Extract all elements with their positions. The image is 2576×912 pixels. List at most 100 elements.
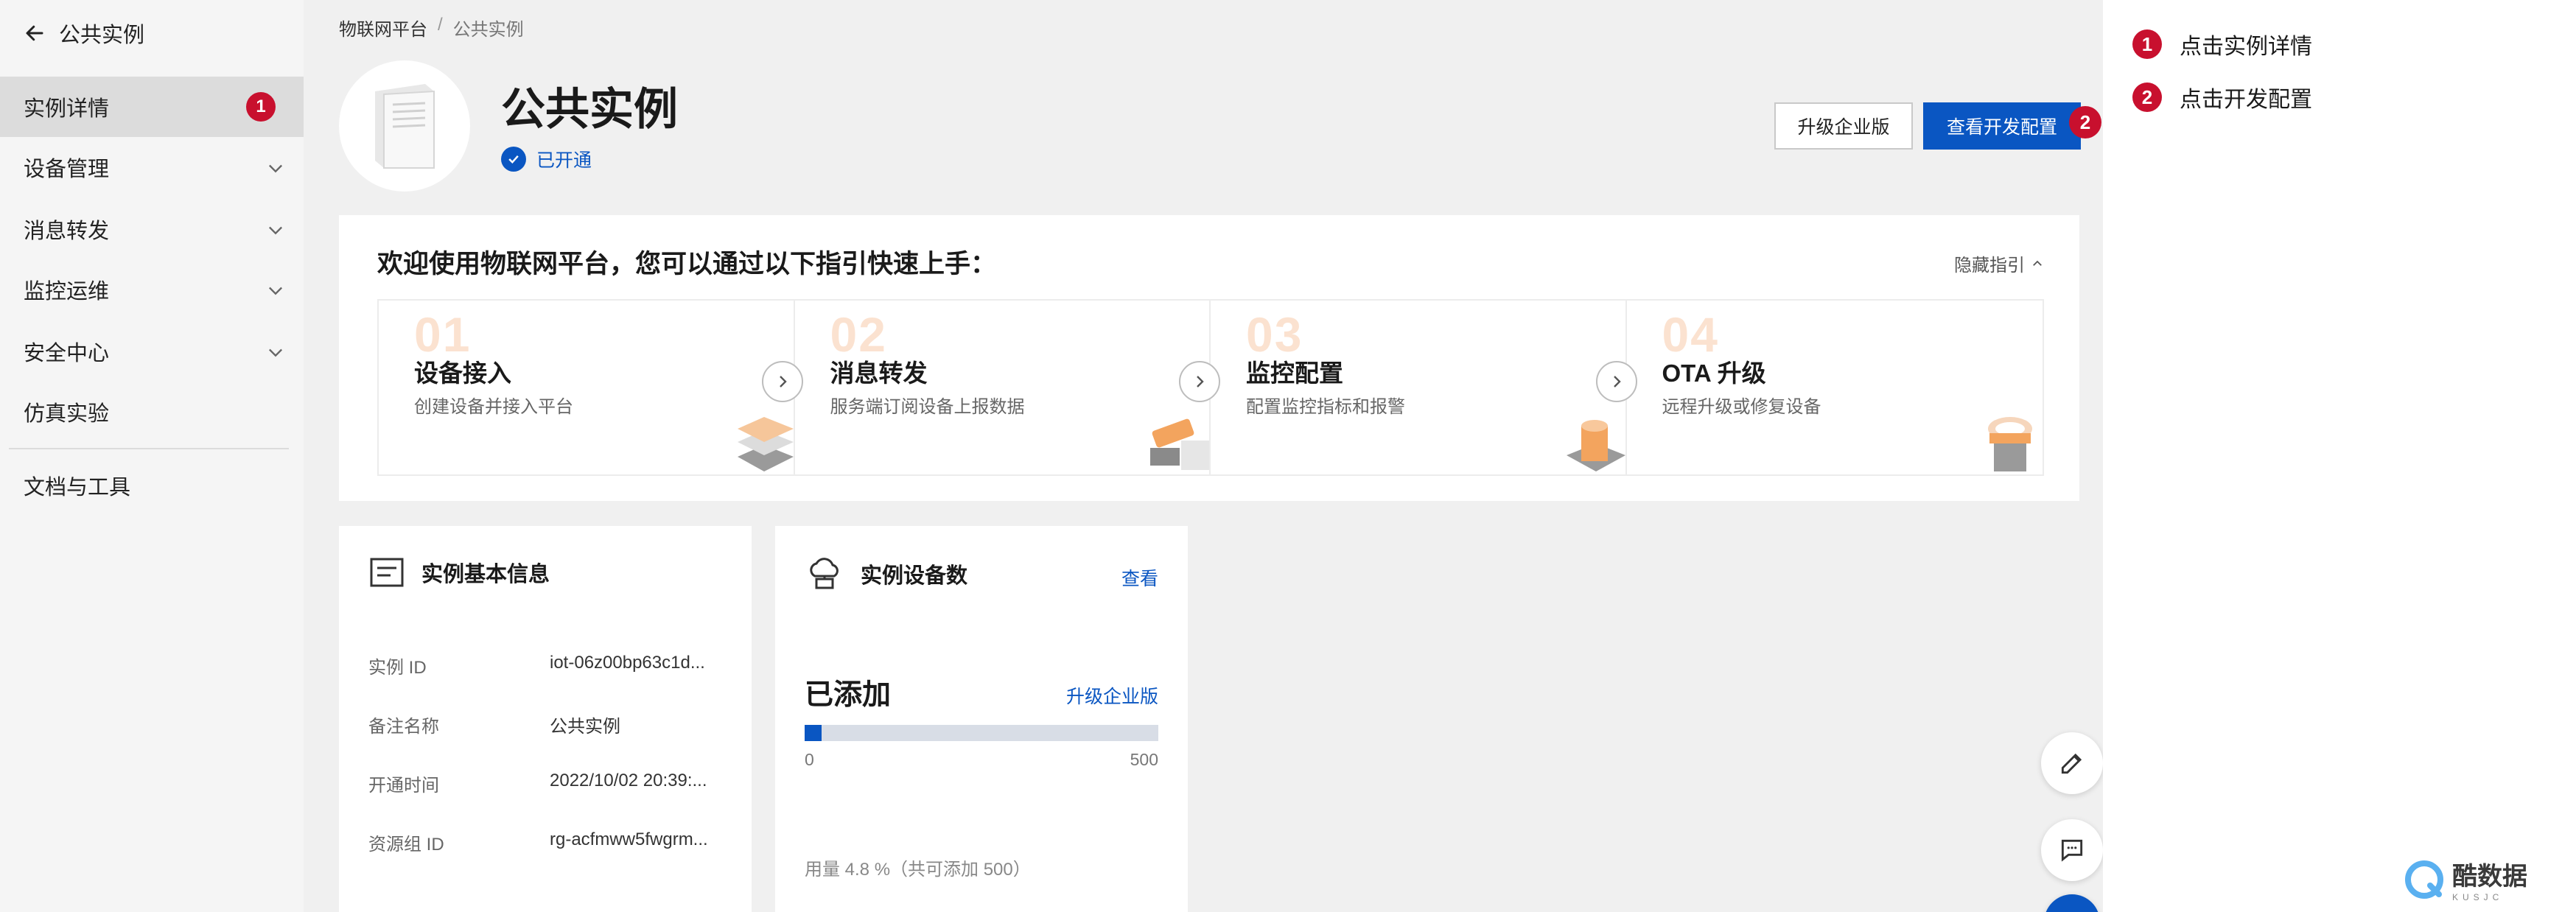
- status-badge: 已开通: [501, 146, 592, 172]
- sidebar-item-label: 仿真实验: [24, 402, 110, 426]
- card-header: 实例基本信息: [370, 557, 550, 588]
- sidebar-item-instance-details[interactable]: 实例详情 1: [0, 77, 304, 137]
- chevron-down-icon: [269, 348, 282, 357]
- sidebar-item-security-center[interactable]: 安全中心: [0, 321, 304, 382]
- back-link[interactable]: 公共实例: [24, 18, 144, 49]
- sidebar-divider: [9, 448, 289, 449]
- annotation-text: 点击开发配置: [2180, 88, 2312, 112]
- chat-icon: [2061, 839, 2083, 862]
- step-title: 消息转发: [830, 359, 928, 387]
- sidebar-item-label: 消息转发: [24, 220, 110, 243]
- cup-illustration: [1988, 417, 2032, 471]
- chevron-down-icon: [269, 226, 282, 235]
- view-devices-link[interactable]: 查看: [1121, 564, 1158, 591]
- chat-button[interactable]: [2041, 819, 2103, 881]
- check-icon: [501, 147, 526, 172]
- sidebar-item-label: 设备管理: [24, 158, 110, 181]
- back-arrow-icon[interactable]: [24, 22, 46, 44]
- watermark-subtext: KUSJC: [2452, 892, 2504, 902]
- breadcrumb-root[interactable]: 物联网平台: [339, 15, 427, 41]
- watermark-logo: 酷数据 KUSJC: [2404, 856, 2527, 902]
- device-usage-progress: [805, 725, 1158, 741]
- step-badge: 1: [246, 92, 276, 122]
- edit-button[interactable]: [2041, 732, 2103, 794]
- sidebar: 公共实例 实例详情 1 设备管理 消息转发 监控运维 安全中心 仿真实验 文档与…: [0, 0, 304, 912]
- step-badge: 2: [2069, 106, 2101, 138]
- sidebar-item-label: 文档与工具: [24, 476, 131, 499]
- remark-name-label: 备注名称: [368, 717, 439, 737]
- progress-min: 0: [805, 750, 814, 769]
- hide-guide-label: 隐藏指引: [1954, 256, 2025, 276]
- instance-image: [339, 60, 470, 192]
- stack-illustration: [737, 417, 794, 471]
- sidebar-item-docs-tools[interactable]: 文档与工具: [0, 455, 304, 516]
- sidebar-item-label: 安全中心: [24, 342, 110, 365]
- open-time-value: 2022/10/02 20:39:...: [550, 771, 707, 790]
- main-content: 物联网平台 / 公共实例 公共实例 已开通 升级企业版 查看开发配置 2 欢迎使…: [304, 0, 2103, 912]
- guide-step-message-forwarding[interactable]: 02 消息转发 服务端订阅设备上报数据: [795, 301, 1211, 474]
- guide-step-ota-upgrade[interactable]: 04 OTA 升级 远程升级或修复设备: [1627, 301, 2043, 474]
- guide-step-monitoring-config[interactable]: 03 监控配置 配置监控指标和报警: [1211, 301, 1627, 474]
- card-title: 实例设备数: [861, 564, 968, 588]
- breadcrumb-separator: /: [438, 15, 443, 35]
- chevron-down-icon: [269, 287, 282, 295]
- instance-id-value: iot-06z00bp63c1d...: [550, 653, 705, 673]
- watermark-text: 酷数据: [2452, 863, 2527, 891]
- instance-device-count-card: 实例设备数 查看 已添加 升级企业版 0 500 用量 4.8 %（共可添加 5…: [775, 526, 1188, 912]
- sidebar-item-monitoring[interactable]: 监控运维: [0, 259, 304, 320]
- remark-name-value: 公共实例: [550, 717, 620, 737]
- arrow-right-icon: [1596, 361, 1637, 402]
- card-title: 实例基本信息: [421, 563, 550, 586]
- instance-basic-info-card: 实例基本信息 实例 ID iot-06z00bp63c1d... 备注名称 公共…: [339, 526, 752, 912]
- edit-icon: [2061, 753, 2082, 774]
- instance-id-label: 实例 ID: [368, 658, 427, 678]
- step-desc: 远程升级或修复设备: [1662, 397, 1821, 417]
- sidebar-item-label: 实例详情: [24, 97, 110, 121]
- resource-group-label: 资源组 ID: [368, 835, 444, 855]
- step-title: 设备接入: [414, 359, 511, 387]
- upgrade-enterprise-button[interactable]: 升级企业版: [1774, 102, 1913, 150]
- upgrade-enterprise-link[interactable]: 升级企业版: [1066, 682, 1158, 709]
- step-badge: 1: [2132, 29, 2162, 59]
- server-icon: [375, 84, 435, 169]
- sidebar-item-device-management[interactable]: 设备管理: [0, 137, 304, 197]
- guide-title: 欢迎使用物联网平台，您可以通过以下指引快速上手：: [377, 250, 997, 278]
- status-text: 已开通: [536, 150, 592, 171]
- step-desc: 配置监控指标和报警: [1246, 397, 1405, 417]
- progress-max: 500: [1130, 750, 1158, 769]
- breadcrumb: 物联网平台 / 公共实例: [339, 15, 524, 41]
- page-title: 公共实例: [501, 85, 678, 134]
- app-root: 公共实例 实例详情 1 设备管理 消息转发 监控运维 安全中心 仿真实验 文档与…: [0, 0, 2576, 912]
- annotation-text: 点击实例详情: [2180, 35, 2312, 59]
- arrow-right-icon: [762, 361, 803, 402]
- cloud-device-icon: [810, 558, 839, 589]
- welcome-guide: 欢迎使用物联网平台，您可以通过以下指引快速上手： 隐藏指引 01 设备接入 创建…: [339, 215, 2079, 501]
- sidebar-item-label: 监控运维: [24, 280, 110, 304]
- info-card-icon: [370, 558, 404, 587]
- chevron-up-icon: [2033, 260, 2042, 266]
- cylinder-illustration: [1566, 420, 1625, 471]
- step-desc: 创建设备并接入平台: [414, 397, 573, 417]
- step-badge: 2: [2132, 83, 2162, 112]
- step-desc: 服务端订阅设备上报数据: [830, 397, 1025, 417]
- annotation-step-2: 2 点击开发配置: [2132, 81, 2312, 113]
- logo-icon: [2405, 860, 2443, 899]
- sidebar-item-simulation[interactable]: 仿真实验: [0, 382, 304, 442]
- help-button[interactable]: [2044, 894, 2100, 912]
- guide-step-device-access[interactable]: 01 设备接入 创建设备并接入平台: [379, 301, 795, 474]
- usage-text: 用量 4.8 %（共可添加 500）: [805, 860, 1031, 880]
- sidebar-item-message-forwarding[interactable]: 消息转发: [0, 199, 304, 259]
- open-time-label: 开通时间: [368, 776, 439, 796]
- sidebar-title: 公共实例: [59, 24, 145, 47]
- step-title: 监控配置: [1246, 359, 1343, 387]
- card-header: 实例设备数: [806, 557, 967, 591]
- progress-fill: [805, 725, 822, 741]
- hide-guide-link[interactable]: 隐藏指引: [1954, 250, 2044, 276]
- step-title: OTA 升级: [1662, 359, 1766, 387]
- annotation-panel: 1 点击实例详情 2 点击开发配置: [2103, 0, 2576, 912]
- view-dev-config-button[interactable]: 查看开发配置: [1923, 102, 2081, 150]
- breadcrumb-current: 公共实例: [452, 20, 524, 40]
- chevron-down-icon: [269, 164, 282, 173]
- resource-group-value: rg-acfmww5fwgrm...: [550, 829, 708, 849]
- added-label: 已添加: [805, 679, 892, 711]
